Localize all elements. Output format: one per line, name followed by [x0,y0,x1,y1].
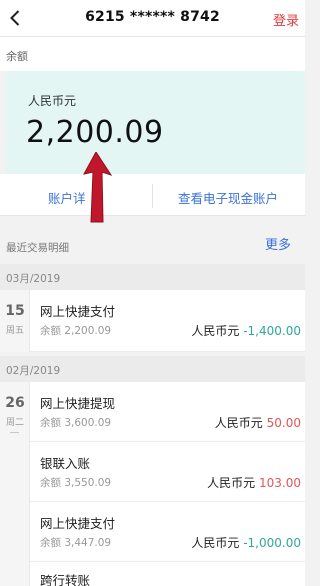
date-block: 26 周二 [0,382,30,586]
transaction-amount: 103.00 [259,476,301,490]
transaction-balance: 余额 3,550.09 [40,477,112,489]
transaction-amount: -1,000.00 [243,536,301,550]
transaction-amount: 50.00 [266,416,301,430]
month-label: 03月/2019 [6,273,61,285]
transaction-amount-line: 人民币元 50.00 [215,414,301,431]
balance-label: 余额 [6,50,28,63]
divider [152,184,153,208]
transaction-balance: 余额 3,600.09 [40,417,112,429]
month-header: 03月/2019 [0,264,305,290]
transaction-amount-line: 人民币元 -1,400.00 [191,322,301,339]
date-day: 15 [5,303,25,319]
recent-label: 最近交易明细 [6,242,69,254]
transaction-name: 网上快捷提现 [40,396,116,411]
recent-header: 最近交易明细 更多 [0,226,305,260]
transaction-currency: 人民币元 [191,536,240,550]
month-header: 02月/2019 [0,356,305,382]
date-weekday: 周五 [5,326,24,336]
month-label: 02月/2019 [6,365,61,377]
account-details-link[interactable]: 账户详 [48,188,86,207]
date-block: 15 周五 [0,290,30,352]
date-day: 26 [5,395,25,411]
currency-label: 人民币元 [28,94,77,108]
transaction-row[interactable]: 银联入账 余额 3,550.09 人民币元 103.00 [30,442,305,502]
ecash-account-link[interactable]: 查看电子现金账户 [178,188,278,207]
transaction-name: 网上快捷支付 [40,304,116,319]
login-button[interactable]: 登录 [273,10,299,29]
page-title: 6215 ****** 8742 [85,9,220,25]
transaction-currency: 人民币元 [207,476,256,490]
balance-card: 人民币元 2,200.09 [6,71,305,174]
more-button[interactable]: 更多 [265,234,291,253]
transaction-currency: 人民币元 [191,324,240,338]
transaction-amount-line: 人民币元 103.00 [207,474,301,491]
date-separator [10,432,19,433]
annotation-arrow-icon [83,152,113,223]
transaction-name: 银联入账 [40,456,91,471]
transaction-balance: 余额 2,200.09 [40,325,112,337]
transaction-name: 网上快捷支付 [40,516,116,531]
transaction-currency: 人民币元 [214,416,263,430]
balance-section: 余额 [0,37,305,71]
transaction-amount: -1,400.00 [243,324,301,338]
top-bar: 6215 ****** 8742 登录 [0,0,305,37]
transaction-amount-line: 人民币元 -1,000.00 [191,534,301,551]
transaction-row[interactable]: 跨行转账 [30,562,305,586]
transaction-row[interactable]: 网上快捷支付 余额 3,447.09 人民币元 -1,000.00 [30,502,305,562]
balance-amount: 2,200.09 [26,115,164,150]
transaction-row[interactable]: 网上快捷提现 余额 3,600.09 人民币元 50.00 [30,382,305,442]
date-weekday: 周二 [5,418,24,428]
account-actions: 账户详 查看电子现金账户 [0,174,305,216]
transaction-row[interactable]: 网上快捷支付 余额 2,200.09 人民币元 -1,400.00 [30,290,305,352]
transaction-balance: 余额 3,447.09 [40,537,112,549]
transaction-name: 跨行转账 [40,573,91,586]
